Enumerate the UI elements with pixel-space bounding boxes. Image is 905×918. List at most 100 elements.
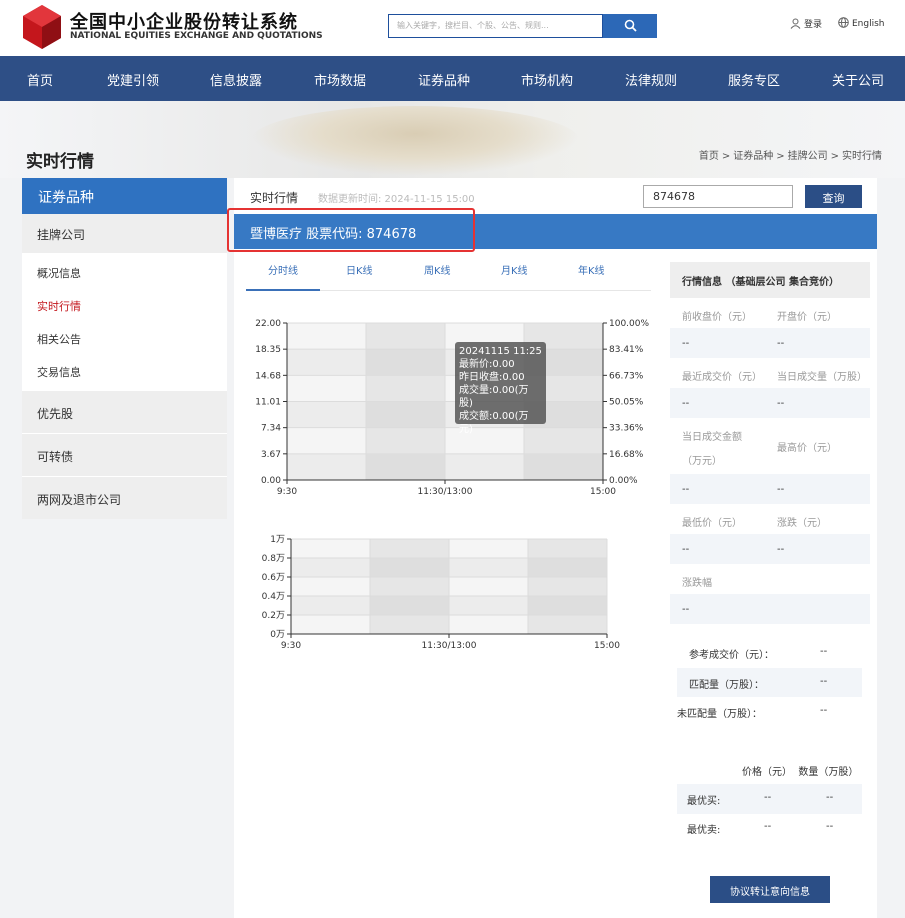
main-nav: 首页 党建引领 信息披露 市场数据 证券品种 市场机构 法律规则 服务专区 关于… <box>0 56 905 101</box>
label-matched: 匹配量（万股）： <box>689 680 764 691</box>
value-low: -- <box>682 544 690 555</box>
label-last-price: 最近成交价（元） <box>682 372 762 383</box>
logo-title-en: NATIONAL EQUITIES EXCHANGE AND QUOTATION… <box>70 31 323 41</box>
tab-yearly-k[interactable]: 年K线 <box>578 262 605 277</box>
value-ref-price: -- <box>820 646 828 657</box>
y-tick-right-label: 66.73% <box>609 371 644 381</box>
quote-label-row: 最近成交价（元） 当日成交量（万股） <box>670 358 870 388</box>
site-header: 全国中小企业股份转让系统 NATIONAL EQUITIES EXCHANGE … <box>0 0 905 56</box>
nav-item-about[interactable]: 关于公司 <box>832 70 884 89</box>
nav-item-home[interactable]: 首页 <box>27 70 53 89</box>
sidebar-item-convertible[interactable]: 可转债 <box>22 433 227 476</box>
nav-item-securities[interactable]: 证券品种 <box>418 70 470 89</box>
sidebar-sub-realtime[interactable]: 实时行情 <box>37 298 81 314</box>
y-tick-right-label: 33.36% <box>609 424 644 434</box>
y-tick-label: 0万 <box>270 630 285 640</box>
breadcrumb-current: 实时行情 <box>842 151 882 162</box>
search-button[interactable] <box>603 14 657 38</box>
breadcrumb-home[interactable]: 首页 <box>699 151 719 162</box>
label-prev-close: 前收盘价（元） <box>682 312 752 323</box>
quote-label-row: 前收盘价（元） 开盘价（元） <box>670 298 870 328</box>
header-price: 价格（元） <box>742 767 792 778</box>
quote-label-row: 涨跌幅 <box>670 564 870 594</box>
quote-value-row: -- -- <box>670 474 870 504</box>
logo-icon[interactable] <box>23 5 61 49</box>
y-tick-label: 18.35 <box>255 345 281 355</box>
tab-intraday[interactable]: 分时线 <box>268 262 298 277</box>
sidebar-item-preferred[interactable]: 优先股 <box>22 390 227 433</box>
best-ask-qty: -- <box>826 821 834 832</box>
sidebar-sub-announcements[interactable]: 相关公告 <box>37 331 81 347</box>
protocol-transfer-button[interactable]: 协议转让意向信息 <box>710 876 830 903</box>
login-link[interactable]: 登录 <box>790 17 822 30</box>
x-tick-label: 9:30 <box>277 487 297 497</box>
quote-value-row: -- -- <box>670 534 870 564</box>
quote-info: 行情信息 （基础层公司 集合竞价） 前收盘价（元） 开盘价（元） -- -- 最近成… <box>670 262 870 624</box>
nav-item-market-data[interactable]: 市场数据 <box>314 70 366 89</box>
tab-weekly-k[interactable]: 周K线 <box>424 262 451 277</box>
tab-daily-k[interactable]: 日K线 <box>346 262 373 277</box>
quote-value-row: -- -- <box>670 328 870 358</box>
best-bid-row: 最优买: -- -- <box>677 784 862 814</box>
y-tick-label: 11.01 <box>255 398 281 408</box>
value-last-price: -- <box>682 398 690 409</box>
y-tick-label: 7.34 <box>261 424 281 434</box>
label-amount: 当日成交金额（万元） <box>682 432 742 467</box>
nav-item-services[interactable]: 服务专区 <box>728 70 780 89</box>
language-switch[interactable]: English <box>838 17 885 29</box>
value-matched: -- <box>820 676 828 687</box>
globe-icon <box>838 17 849 28</box>
nav-item-institutions[interactable]: 市场机构 <box>521 70 573 89</box>
breadcrumb-securities[interactable]: 证券品种 <box>733 151 773 162</box>
quote-info-title: 行情信息 （基础层公司 集合竞价） <box>670 262 870 298</box>
stock-header-bar: 暨博医疗 股票代码: 874678 <box>227 208 877 252</box>
update-time: 数据更新时间: 2024-11-15 15:00 <box>318 194 475 205</box>
value-amount: -- <box>682 484 690 495</box>
label-low: 最低价（元） <box>682 518 742 529</box>
y-tick-right-label: 0.00% <box>609 476 638 486</box>
search-icon <box>624 19 637 32</box>
nav-item-disclosure[interactable]: 信息披露 <box>210 70 262 89</box>
query-button[interactable]: 查询 <box>805 185 862 208</box>
price-chart[interactable]: 22.00 100.00% 18.35 83.41% 14.68 66.73% 11.01 5… <box>244 313 649 513</box>
best-ask-row: 最优卖: -- -- <box>677 813 862 843</box>
stock-code-input[interactable]: 874678 <box>643 185 793 208</box>
y-tick-label: 0.00 <box>261 476 281 486</box>
sidebar-sub-trading[interactable]: 交易信息 <box>37 364 81 380</box>
label-unmatched: 未匹配量（万股）： <box>677 709 762 720</box>
label-change-pct: 涨跌幅 <box>682 578 712 589</box>
sidebar-title: 证券品种 <box>22 178 227 214</box>
x-tick-label: 9:30 <box>281 641 301 651</box>
y-tick-label: 0.6万 <box>262 573 285 583</box>
value-change-pct: -- <box>682 604 690 615</box>
tooltip-amount: 成交额:0.00(万元) <box>459 411 529 435</box>
best-bid-qty: -- <box>826 792 834 803</box>
quote-value-row: -- <box>670 594 870 624</box>
tab-monthly-k[interactable]: 月K线 <box>501 262 528 277</box>
search-input[interactable]: 输入关键字，搜栏目、个股、公告、规则... <box>388 14 603 38</box>
best-bid-label: 最优买: <box>687 796 721 807</box>
y-tick-label: 0.8万 <box>262 554 285 564</box>
label-open: 开盘价（元） <box>777 312 837 323</box>
breadcrumb-listed[interactable]: 挂牌公司 <box>788 151 828 162</box>
value-open: -- <box>777 338 785 349</box>
sidebar-item-listed[interactable]: 挂牌公司 <box>22 214 227 253</box>
label-ref-price: 参考成交价（元）： <box>689 650 774 661</box>
tooltip-price: 最新价:0.00 <box>459 359 515 370</box>
active-tab-indicator <box>246 289 320 291</box>
label-volume: 当日成交量（万股） <box>777 372 867 383</box>
sidebar-sub-overview[interactable]: 概况信息 <box>37 265 81 281</box>
x-tick-label: 15:00 <box>594 641 620 651</box>
page-title: 实时行情 <box>26 152 94 172</box>
x-tick-label: 15:00 <box>590 487 616 497</box>
user-icon <box>790 18 801 29</box>
ref-row: 参考成交价（元）： -- <box>677 638 862 668</box>
label-high: 最高价（元） <box>777 443 837 454</box>
volume-chart[interactable]: 1万 0.8万 0.6万 0.4万 0.2万 0万9:30 11:30/13:00 15:00 <box>244 533 649 653</box>
y-tick-right-label: 16.68% <box>609 450 644 460</box>
nav-item-rules[interactable]: 法律规则 <box>625 70 677 89</box>
y-tick-right-label: 83.41% <box>609 345 644 355</box>
nav-item-party[interactable]: 党建引领 <box>107 70 159 89</box>
sidebar-item-delisted[interactable]: 两网及退市公司 <box>22 476 227 519</box>
chart-tooltip: 20241115 11:25 最新价:0.00 昨日收盘:0.00 成交量:0.… <box>455 342 546 435</box>
